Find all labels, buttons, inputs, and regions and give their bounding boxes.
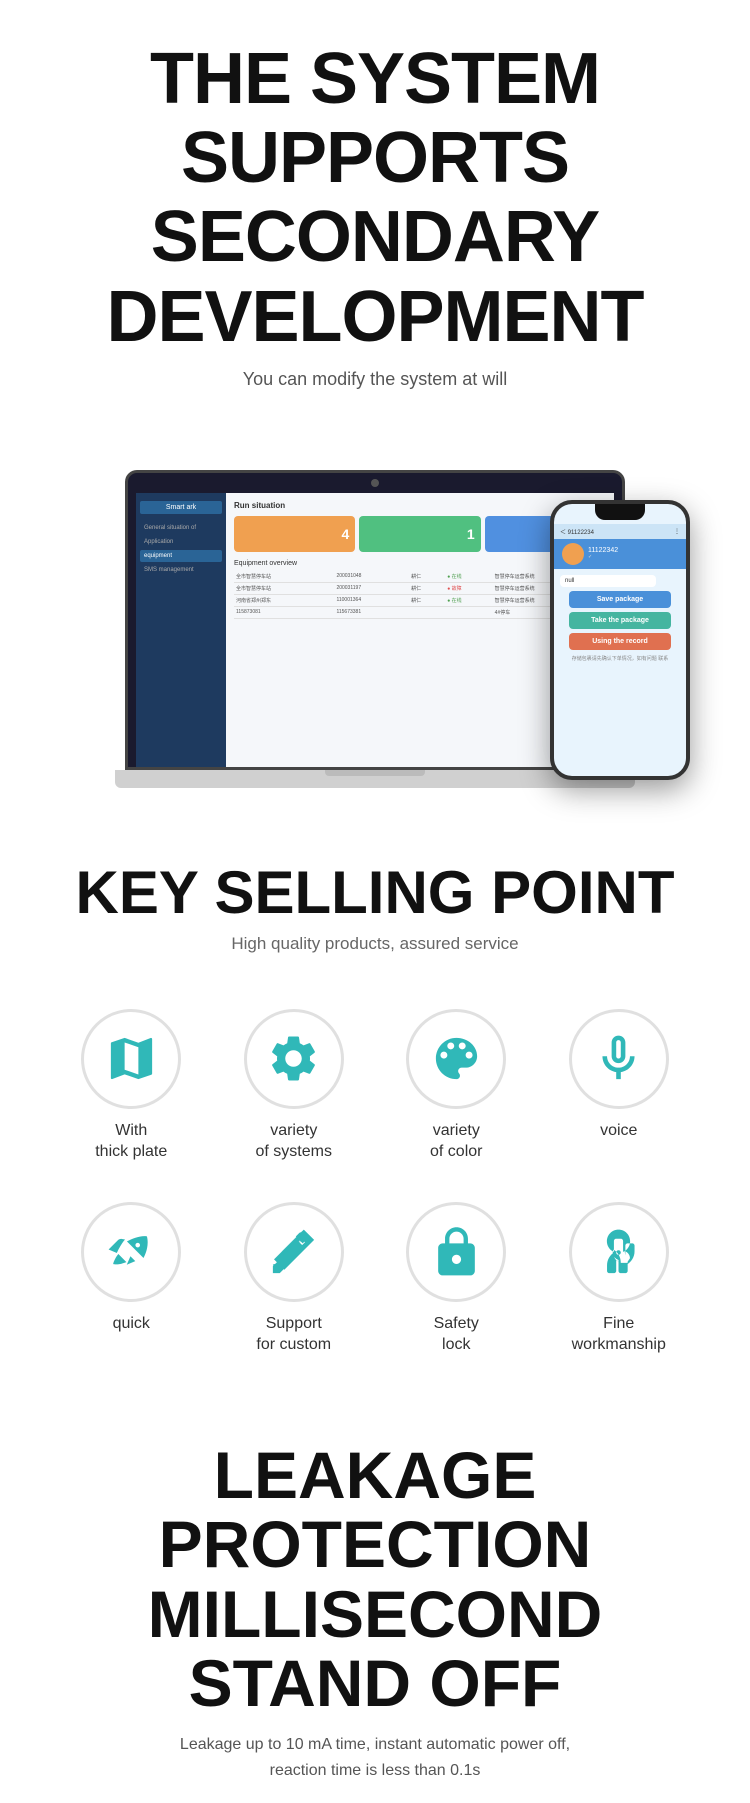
- feature-map: Withthick plate: [50, 994, 213, 1188]
- leakage-desc: Leakage up to 10 mA time, instant automa…: [30, 1732, 720, 1783]
- feature-fan: Fineworkmanship: [538, 1187, 701, 1381]
- phone-chat-body: null Save package Take the package Using…: [554, 569, 686, 669]
- map-icon: [104, 1031, 159, 1086]
- hero-title-line2: SUPPORTS: [181, 118, 569, 198]
- feature-gear-label: varietyof systems: [256, 1121, 332, 1163]
- feature-ruler: Supportfor custom: [213, 1187, 376, 1381]
- phone-chat-header: 11122342 ✓: [554, 539, 686, 569]
- feature-map-circle: [81, 1009, 181, 1109]
- hero-subtitle: You can modify the system at will: [60, 369, 690, 390]
- leakage-title: LEAKAGE PROTECTION MILLISECOND STAND OFF: [30, 1441, 720, 1718]
- hero-title-line3: SECONDARY: [151, 197, 599, 277]
- feature-palette-circle: [406, 1009, 506, 1109]
- phone-chat-msg: null: [560, 575, 656, 587]
- feature-gear: varietyof systems: [213, 994, 376, 1188]
- feature-ruler-circle: [244, 1202, 344, 1302]
- feature-rocket: quick: [50, 1187, 213, 1381]
- leakage-section: LEAKAGE PROTECTION MILLISECOND STAND OFF…: [0, 1411, 750, 1803]
- sidebar-general: General situation of: [140, 522, 222, 534]
- feature-mic-label: voice: [600, 1121, 637, 1142]
- feature-map-label: Withthick plate: [95, 1121, 167, 1163]
- feature-rocket-label: quick: [113, 1314, 150, 1335]
- palette-icon: [429, 1031, 484, 1086]
- feature-mic-circle: [569, 1009, 669, 1109]
- take-package-btn[interactable]: Take the package: [569, 612, 671, 629]
- feature-lock-label: Safetylock: [434, 1314, 479, 1356]
- features-grid: Withthick plate varietyof systems variet…: [30, 994, 720, 1381]
- run-title: Run situation: [234, 501, 606, 510]
- selling-title: KEY SELLING POINT: [30, 860, 720, 926]
- screen-sidebar: Smart ark General situation of Applicati…: [136, 493, 226, 767]
- hero-section: THE SYSTEM SUPPORTS SECONDARY DEVELOPMEN…: [0, 0, 750, 440]
- phone-screen: ＜ 91122234 ⋮ 11122342 ✓ null Save packag…: [554, 504, 686, 776]
- laptop-screen: Smart ark General situation of Applicati…: [136, 493, 614, 767]
- screen-logo: Smart ark: [140, 501, 222, 514]
- selling-section: KEY SELLING POINT High quality products,…: [0, 810, 750, 1411]
- ruler-icon: [266, 1225, 321, 1280]
- phone-username: 11122342: [588, 547, 618, 554]
- feature-palette: varietyof color: [375, 994, 538, 1188]
- sidebar-equipment: equipment: [140, 550, 222, 562]
- mic-icon: [591, 1031, 646, 1086]
- feature-mic: voice: [538, 994, 701, 1188]
- sidebar-application: Application: [140, 536, 222, 548]
- phone-avatar: [562, 543, 584, 565]
- selling-subtitle: High quality products, assured service: [30, 934, 720, 954]
- hero-title-line1: THE SYSTEM: [150, 39, 600, 119]
- sidebar-sms: SMS management: [140, 564, 222, 576]
- feature-lock: Safetylock: [375, 1187, 538, 1381]
- rocket-icon: [104, 1225, 159, 1280]
- card-online: 4: [234, 516, 355, 552]
- save-package-btn[interactable]: Save package: [569, 591, 671, 608]
- using-record-btn[interactable]: Using the record: [569, 633, 671, 650]
- feature-fan-label: Fineworkmanship: [572, 1314, 666, 1356]
- phone-mockup: ＜ 91122234 ⋮ 11122342 ✓ null Save packag…: [550, 500, 690, 780]
- gear-icon: [266, 1031, 321, 1086]
- lock-icon: [429, 1225, 484, 1280]
- feature-fan-circle: [569, 1202, 669, 1302]
- hero-title-line4: DEVELOPMENT: [106, 277, 643, 357]
- device-area: Smart ark General situation of Applicati…: [0, 440, 750, 810]
- laptop-camera: [371, 479, 379, 487]
- hero-title: THE SYSTEM SUPPORTS SECONDARY DEVELOPMEN…: [60, 40, 690, 357]
- feature-rocket-circle: [81, 1202, 181, 1302]
- feature-ruler-label: Supportfor custom: [256, 1314, 331, 1356]
- feature-lock-circle: [406, 1202, 506, 1302]
- feature-palette-label: varietyof color: [430, 1121, 482, 1163]
- leakage-title-line1: LEAKAGE PROTECTION: [159, 1438, 592, 1581]
- phone-notch: [595, 504, 645, 520]
- fan-icon: [591, 1225, 646, 1280]
- card-error: 1: [359, 516, 480, 552]
- leakage-title-line2: MILLISECOND: [148, 1577, 603, 1651]
- feature-gear-circle: [244, 1009, 344, 1109]
